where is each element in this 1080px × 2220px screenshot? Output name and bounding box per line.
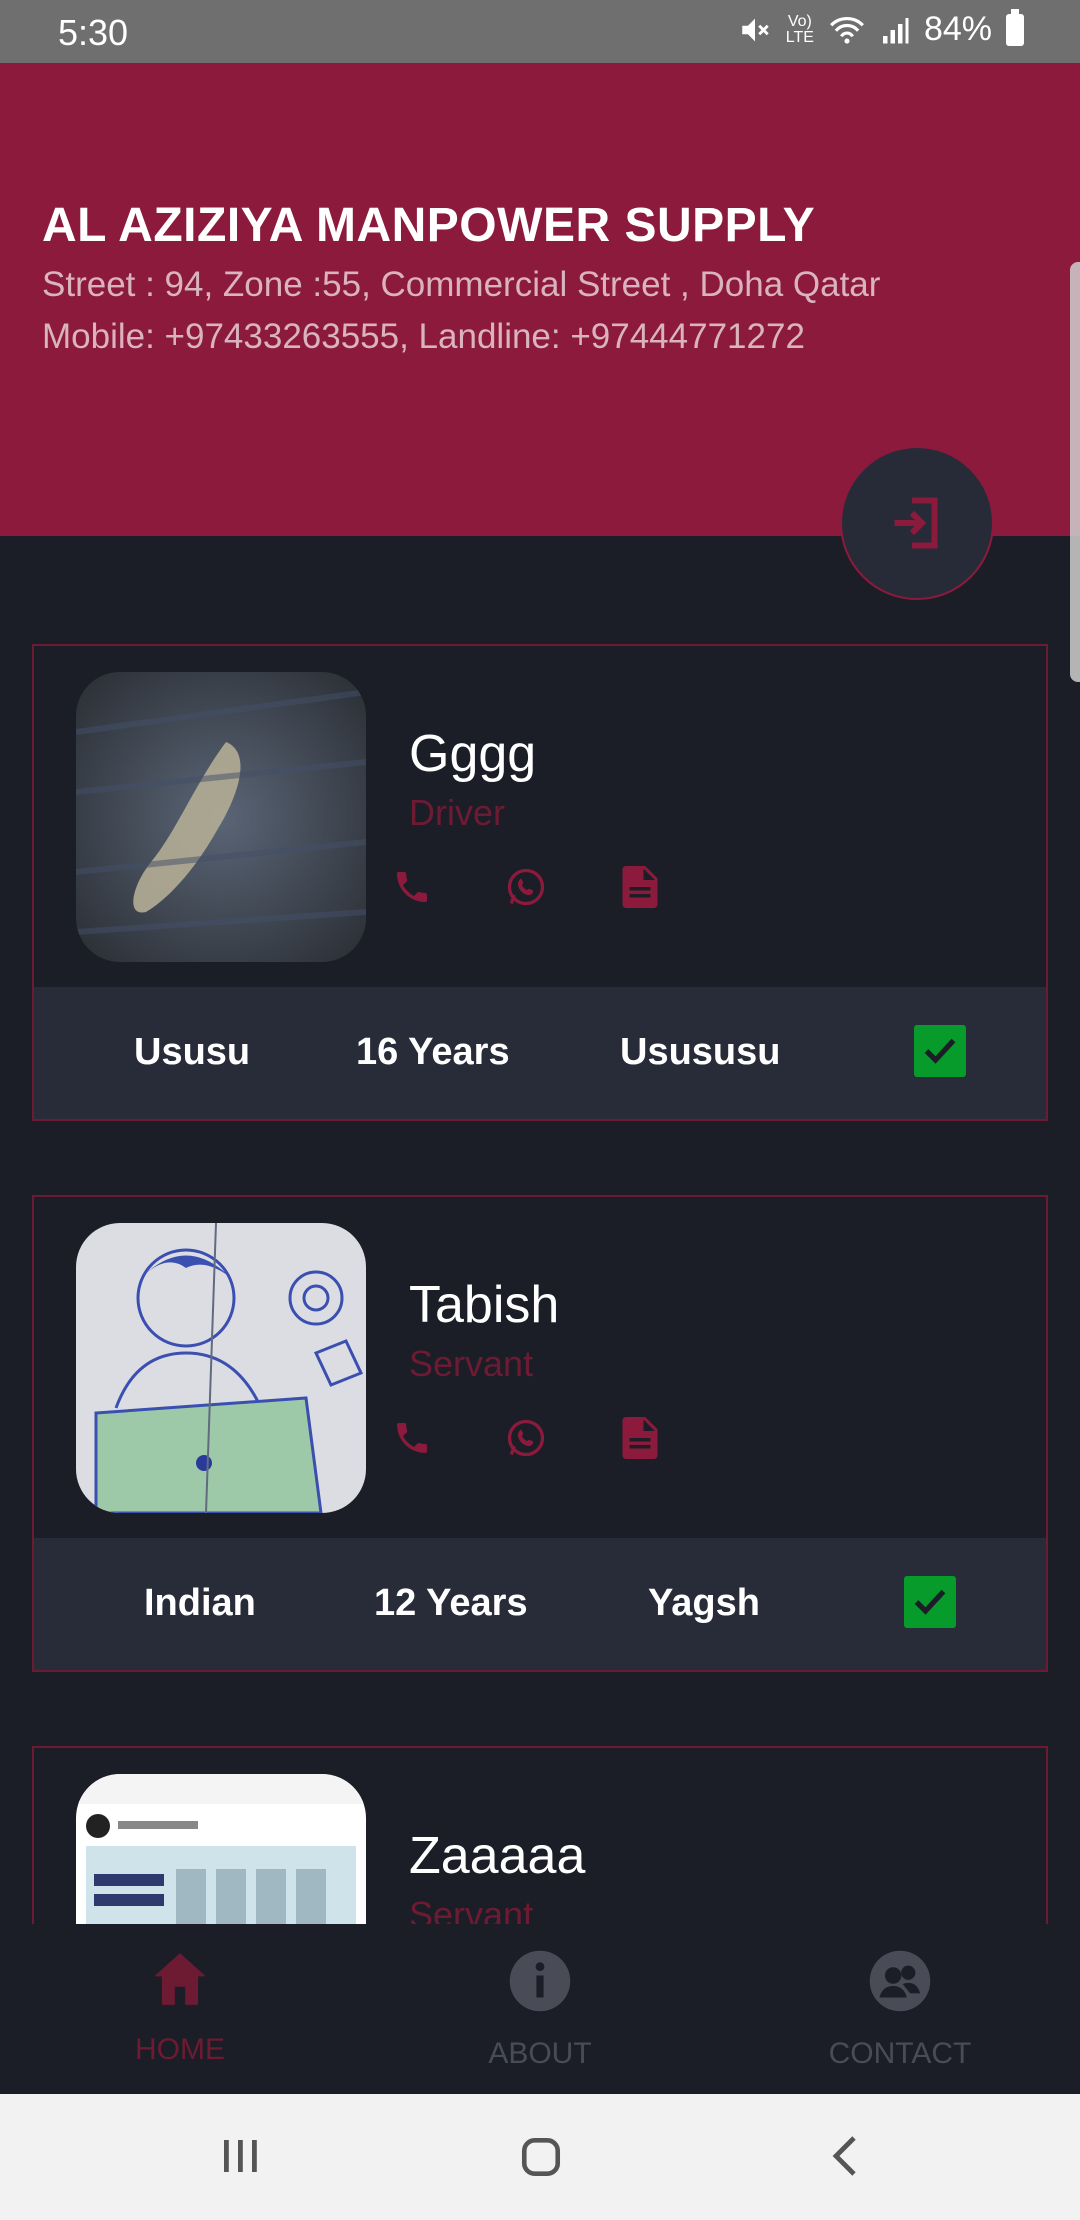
bottom-nav: HOME ABOUT CONTACT	[0, 1924, 1080, 2094]
company-address: Street : 94, Zone :55, Commercial Street…	[42, 265, 881, 304]
home-icon	[154, 1953, 206, 2005]
login-icon	[894, 497, 938, 549]
nav-about[interactable]: ABOUT	[415, 1948, 665, 2071]
phone-icon[interactable]	[389, 864, 435, 910]
worker-role: Driver	[409, 792, 505, 833]
whatsapp-icon[interactable]	[503, 864, 549, 910]
worker-extra: Usususu	[620, 1031, 781, 1073]
worker-experience: 16 Years	[356, 1031, 510, 1073]
company-name: AL AZIZIYA MANPOWER SUPPLY	[42, 199, 816, 252]
recent-apps-button[interactable]	[218, 2134, 262, 2183]
back-button[interactable]	[826, 2134, 866, 2183]
worker-footer: Indian 12 Years Yagsh	[34, 1538, 1046, 1670]
whatsapp-icon[interactable]	[503, 1415, 549, 1461]
wifi-icon	[829, 16, 864, 44]
worker-actions	[389, 864, 663, 910]
worker-nationality: Ususu	[134, 1031, 251, 1073]
verified-checkbox[interactable]	[914, 1025, 966, 1077]
status-icons: Vo) LTE 84%	[738, 8, 1024, 49]
nav-contact-label: CONTACT	[828, 2037, 972, 2070]
worker-list[interactable]: Gggg Driver Ususu 16 Years Usususu Tabis…	[0, 536, 1080, 1924]
worker-card[interactable]: Gggg Driver Ususu 16 Years Usususu	[32, 644, 1048, 1121]
worker-photo	[76, 672, 366, 962]
volte-icon: Vo) LTE	[785, 12, 814, 46]
battery-percent: 84%	[923, 10, 992, 48]
worker-card[interactable]: Tabish Servant Indian 12 Years Yagsh	[32, 1195, 1048, 1672]
document-icon[interactable]	[617, 1415, 663, 1461]
company-phones: Mobile: +97433263555, Landline: +9744477…	[42, 317, 805, 356]
worker-nationality: Indian	[144, 1582, 256, 1624]
contacts-icon	[869, 1950, 931, 2012]
worker-extra: Yagsh	[648, 1582, 760, 1624]
nav-home[interactable]: HOME	[55, 1948, 305, 2067]
nav-about-label: ABOUT	[488, 2037, 592, 2070]
nav-home-label: HOME	[135, 2033, 225, 2066]
status-bar: 5:30 Vo) LTE 84%	[0, 0, 1080, 63]
phone-icon[interactable]	[389, 1415, 435, 1461]
worker-card[interactable]: Zaaaaa Servant	[32, 1746, 1048, 1924]
worker-name: Tabish	[409, 1276, 560, 1334]
worker-photo	[76, 1774, 366, 1924]
worker-photo	[76, 1223, 366, 1513]
signal-icon	[882, 17, 909, 43]
worker-footer: Ususu 16 Years Usususu	[34, 987, 1046, 1119]
home-button[interactable]	[518, 2134, 564, 2185]
worker-name: Zaaaaa	[409, 1827, 586, 1885]
mute-icon	[742, 18, 769, 41]
status-time: 5:30	[58, 12, 129, 53]
verified-checkbox[interactable]	[904, 1576, 956, 1628]
nav-contact[interactable]: CONTACT	[775, 1948, 1025, 2071]
system-nav-bar	[0, 2094, 1080, 2220]
login-button[interactable]	[840, 446, 994, 600]
info-icon	[509, 1950, 571, 2012]
worker-actions	[389, 1415, 663, 1461]
worker-role: Servant	[409, 1343, 534, 1384]
worker-name: Gggg	[409, 725, 537, 783]
worker-role: Servant	[409, 1894, 534, 1924]
document-icon[interactable]	[617, 864, 663, 910]
battery-icon	[1006, 8, 1024, 46]
worker-experience: 12 Years	[374, 1582, 528, 1624]
